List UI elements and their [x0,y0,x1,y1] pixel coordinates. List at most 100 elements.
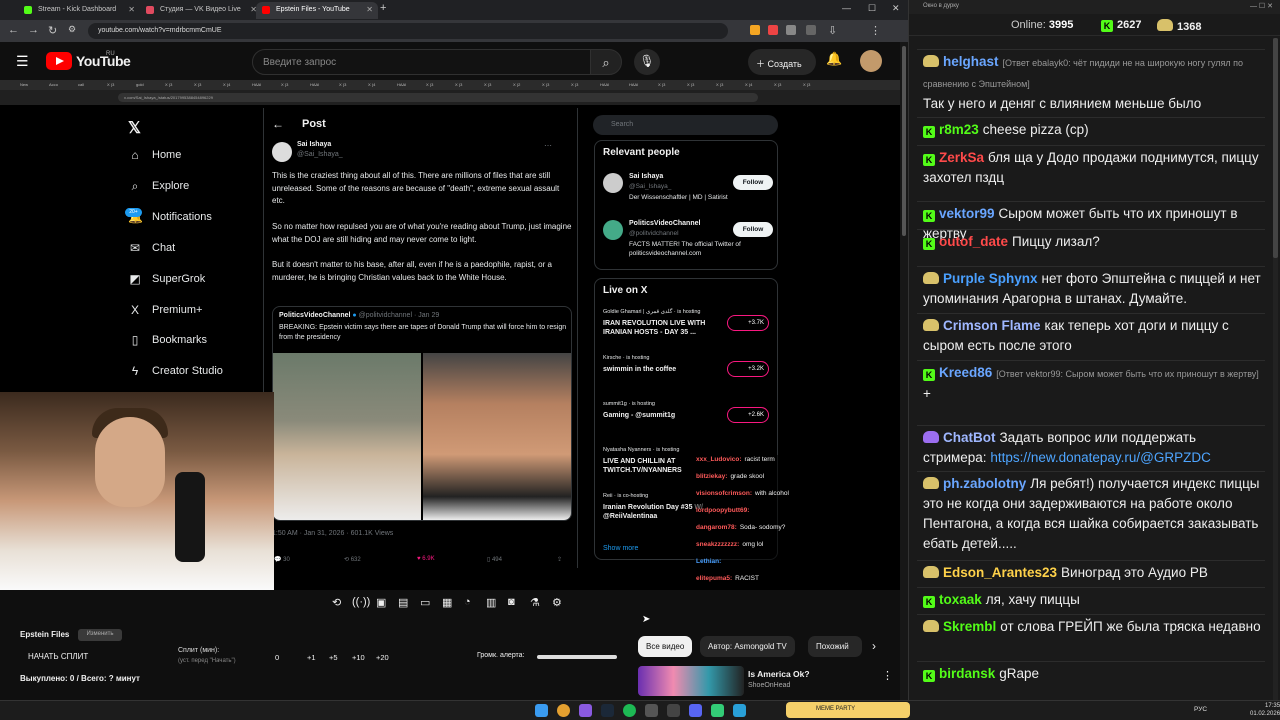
video-title[interactable]: Is America Ok? [748,669,810,679]
chip-similar[interactable]: Похожий [808,636,862,657]
tab-youtube[interactable]: Epstein Files - YouTube ✕ [256,2,378,19]
clip-icon[interactable]: ▣ [376,596,386,609]
chat-scrollbar[interactable] [1273,38,1278,700]
film-icon[interactable]: ▤ [398,596,408,609]
avatar[interactable] [860,50,882,72]
captured-tab: HAAI [252,82,262,87]
chat-scroll-thumb[interactable] [1273,38,1278,258]
telegram-icon[interactable] [733,704,746,717]
site-info-icon[interactable]: ⚙ [68,24,76,35]
close-icon[interactable]: ✕ [128,5,135,14]
chat-username[interactable]: Kreed86 [939,365,992,380]
chrome-icon[interactable] [557,704,570,717]
chevron-right-icon[interactable]: › [872,639,876,653]
close-window-icon[interactable]: ✕ [892,3,900,14]
chat-username[interactable]: outof_date [939,234,1008,249]
back-icon[interactable]: ← [8,24,19,36]
volume-slider[interactable] [537,655,617,659]
voice-search-button[interactable]: 🎙 [634,49,660,75]
screenshot-icon[interactable]: ◙ [508,596,515,608]
flask-icon[interactable]: ⚗ [530,596,540,609]
search-input[interactable]: Введите запрос [252,49,592,75]
hamburger-menu-icon[interactable]: ☰ [16,53,29,70]
chat-username[interactable]: ZerkSa [939,150,984,165]
chat-username[interactable]: ChatBot [943,430,996,445]
chat-username[interactable]: toxaak [939,592,982,607]
address-bar[interactable]: youtube.com/watch?v=mdrbcmmCmUE [88,23,728,39]
overlay-chat-text: racist term [744,456,775,463]
donate-link[interactable]: https://new.donatepay.ru/@GRPZDC [990,450,1211,465]
split-step-button[interactable]: +1 [307,653,316,662]
obs-icon[interactable] [645,704,658,717]
captured-tab: Ассо [49,82,58,87]
overlay-chat-user: sneakzzzzzzz: [696,541,740,548]
edit-chip[interactable]: Изменить [78,629,122,641]
queue-icon[interactable]: ▥ [486,596,496,609]
system-clock[interactable]: 17:35 01.02.2026 [1250,702,1280,718]
app-icon[interactable] [667,704,680,717]
chat-username[interactable]: Purple Sphynx [943,271,1038,286]
subtitles-icon[interactable]: ▦ [442,596,452,609]
chat-username[interactable]: vektor99 [939,206,995,221]
pip-icon[interactable]: ▭ [420,596,430,609]
chat-window-title: Окно в дурку — ☐ ✕ [909,0,1280,14]
extension-icon[interactable] [768,25,778,35]
close-icon[interactable]: ✕ [366,5,373,14]
app-icon[interactable] [711,704,724,717]
window-controls[interactable]: — ☐ ✕ [1250,2,1273,10]
tab-vk-studio[interactable]: Студия — VK Видео Live ✕ [140,2,262,19]
loop-icon[interactable]: ⟲ [332,596,341,609]
live-host: Goldie Ghamari | گلدی قمری · is hosting [603,309,701,315]
audio-icon[interactable]: ((·)) [352,596,370,608]
youtube-logo-icon[interactable] [46,52,72,70]
video-thumbnail[interactable] [638,666,744,696]
chat-message: Kr8m23 cheese pizza (cp) [923,120,1263,140]
extension-icon[interactable] [750,25,760,35]
split-step-button[interactable]: +5 [329,653,338,662]
recommended-video[interactable]: Is America Ok? ShoeOnHead ⋮ [638,666,900,696]
bell-icon[interactable]: 🔔 [826,51,842,67]
channel-name[interactable]: ShoeOnHead [748,682,790,689]
download-icon[interactable]: ⇩ [828,24,837,37]
forward-icon[interactable]: → [28,24,39,36]
split-step-button[interactable]: +10 [352,653,365,662]
chip-all-videos[interactable]: Все видео [638,636,693,657]
tab-kick-dashboard[interactable]: Stream - Kick Dashboard ✕ [18,2,140,19]
create-button[interactable]: ＋ Создать [748,49,816,75]
maximize-icon[interactable]: ☐ [868,3,876,14]
speed-icon[interactable]: ◔ [464,596,471,608]
x-nav-label: Notifications [152,211,212,223]
captured-tab: X (2 [513,82,521,87]
app-icon[interactable] [579,704,592,717]
split-step-button[interactable]: 0 [275,653,279,662]
spotify-icon[interactable] [623,704,636,717]
chat-username[interactable]: helghast [943,54,999,69]
search-button[interactable]: ⌕ [590,49,622,75]
gear-icon[interactable]: ⚙ [552,596,562,609]
more-icon: ⋯ [544,141,552,150]
language-indicator[interactable]: РУС [1194,706,1207,713]
extension-icon[interactable] [786,25,796,35]
chat-username[interactable]: ph.zabolotny [943,476,1026,491]
chat-username[interactable]: Crimson Flame [943,318,1041,333]
more-icon[interactable]: ⋮ [882,669,893,682]
split-step-button[interactable]: +20 [376,653,389,662]
chat-username[interactable]: Skrembl [943,619,996,634]
chip-author[interactable]: Автор: Asmongold TV [700,636,795,657]
menu-dots-icon[interactable]: ⋮ [870,24,881,37]
youtube-wordmark[interactable]: YouTube [76,53,131,69]
plus-icon[interactable]: + [380,2,386,14]
chat-username[interactable]: birdansk [939,666,995,681]
chat-username[interactable]: r8m23 [939,122,979,137]
scrollbar-thumb[interactable] [902,46,906,236]
minimize-icon[interactable]: — [842,3,851,13]
page-scrollbar[interactable] [900,42,908,700]
chat-username[interactable]: Edson_Arantes23 [943,565,1057,580]
reload-icon[interactable]: ↻ [48,24,57,37]
steam-icon[interactable] [601,704,614,717]
start-split-button[interactable]: НАЧАТЬ СПЛИТ [28,652,88,661]
discord-icon[interactable] [689,704,702,717]
windows-start-icon[interactable] [535,704,548,717]
listener-count: +2.6K [727,407,769,423]
extension-icon[interactable] [806,25,816,35]
